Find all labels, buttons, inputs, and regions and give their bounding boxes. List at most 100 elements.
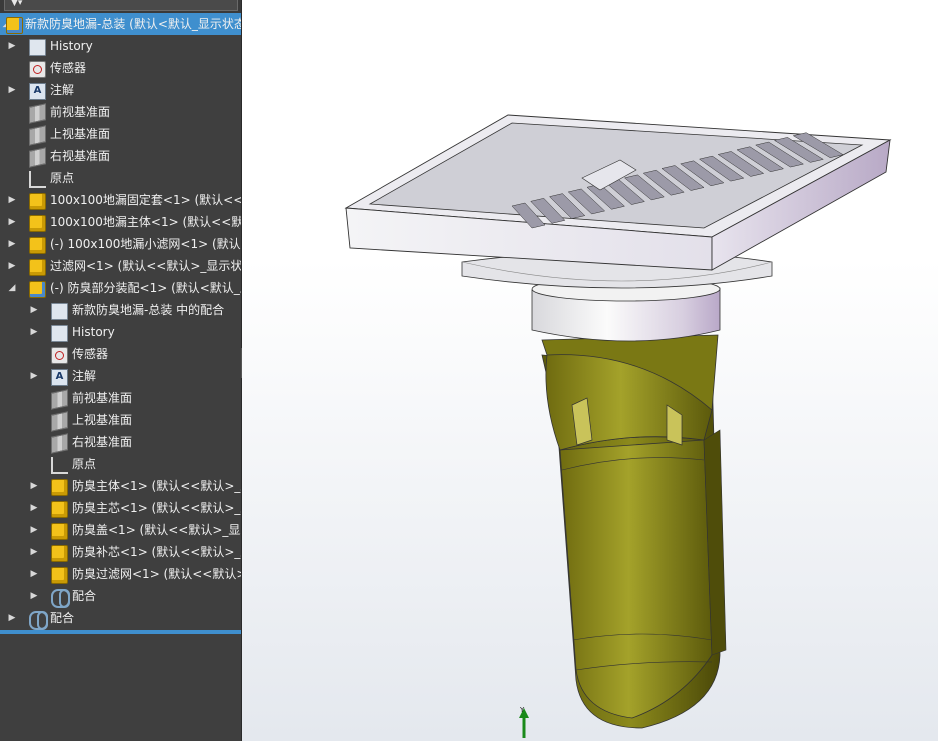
tree-item[interactable]: ▶ 100x100地漏固定套<1> (默认<<默 [0,189,241,211]
tree-item[interactable]: ▶ 过滤网<1> (默认<<默认>_显示状态 [0,255,241,277]
tree-item[interactable]: ▶ History [0,35,241,57]
collapse-arrow-icon[interactable]: ◢ [7,277,17,299]
tree-item[interactable]: ▶ 防臭盖<1> (默认<<默认>_显示 [0,519,241,541]
tree-item[interactable]: ▶ 100x100地漏主体<1> (默认<<默认 [0,211,241,233]
plane-icon [29,147,46,168]
tree-item[interactable]: 右视基准面 [0,145,241,168]
tree-item-label: 新款防臭地漏-总装 (默认<默认_显示状态 [25,17,242,31]
origin-icon [51,457,68,474]
tree-item-label: 新款防臭地漏-总装 中的配合 [72,303,225,317]
tree-item[interactable]: 上视基准面 [0,409,241,432]
tree-item-label: (-) 防臭部分装配<1> (默认<默认_显 [50,281,242,295]
tree-item[interactable]: 右视基准面 [0,431,241,454]
plane-icon [51,411,68,432]
part-icon [29,193,46,210]
tree-item-label: 过滤网<1> (默认<<默认>_显示状态 [50,259,242,273]
tree-item[interactable]: 前视基准面 [0,387,241,410]
tree-item[interactable]: 原点 [0,167,241,189]
tree-item-label: 防臭主体<1> (默认<<默认>_显 [72,479,242,493]
triad-y-label: Y [519,706,525,714]
history-folder-icon [51,325,68,342]
part-icon [29,259,46,276]
tree-item-label: 传感器 [72,347,109,361]
history-folder-icon [29,39,46,56]
mates-icon [51,589,70,608]
tree-item[interactable]: ▶ 防臭补芯<1> (默认<<默认>_显 [0,541,241,563]
tree-item-label: 100x100地漏主体<1> (默认<<默认 [50,215,242,229]
tree-item[interactable]: ▶ History [0,321,241,343]
tree-item[interactable]: ▶ A 注解 [0,79,241,101]
tree-item[interactable]: 上视基准面 [0,123,241,146]
expand-arrow-icon[interactable]: ▶ [29,519,39,541]
filter-button[interactable]: ▼▾ [4,0,238,11]
expand-arrow-icon[interactable]: ▶ [29,497,39,519]
expand-arrow-icon[interactable]: ▶ [29,321,39,343]
tree-item[interactable]: 传感器 [0,57,241,79]
tree-item-label: 右视基准面 [72,435,133,449]
sensor-icon [51,347,68,364]
part-icon [29,215,46,232]
subassembly-icon [29,281,46,298]
expand-arrow-icon[interactable]: ▶ [7,255,17,277]
tree-item[interactable]: ▶ 新款防臭地漏-总装 中的配合 [0,299,241,321]
part-icon [51,545,68,562]
tree-item-label: 上视基准面 [72,413,133,427]
expand-arrow-icon[interactable]: ▶ [7,79,17,101]
tree-item-label: 100x100地漏固定套<1> (默认<<默 [50,193,242,207]
plane-icon [51,389,68,410]
part-icon [51,479,68,496]
tree-item[interactable]: 前视基准面 [0,101,241,124]
tree-item[interactable]: 原点 [0,453,241,475]
assembly-root-icon [6,17,23,34]
expand-arrow-icon[interactable]: ▶ [29,585,39,607]
tree-item-label: 配合 [72,589,97,603]
plane-icon [29,103,46,124]
tree-item[interactable]: 传感器 [0,343,241,365]
tree-item[interactable]: ▶ 防臭主体<1> (默认<<默认>_显 [0,475,241,497]
tree-item-label: (-) 100x100地漏小滤网<1> (默认< [50,237,242,251]
tree-item-label: History [72,325,115,339]
expand-arrow-icon[interactable]: ▶ [29,475,39,497]
expand-arrow-icon[interactable]: ▶ [7,189,17,211]
tree-item[interactable]: ▶ 配合 [0,585,241,608]
tree-item[interactable]: ◢ (-) 防臭部分装配<1> (默认<默认_显 [0,277,241,299]
part-icon [51,501,68,518]
tree-item-label: 注解 [72,369,97,383]
tree-filter-bar: ▼▾ [0,0,241,13]
expand-arrow-icon[interactable]: ▶ [7,35,17,57]
tree-item-label: 防臭主芯<1> (默认<<默认>_显 [72,501,242,515]
tree-item[interactable]: ▶ (-) 100x100地漏小滤网<1> (默认< [0,233,241,255]
expand-arrow-icon[interactable]: ▶ [29,563,39,585]
annotation-icon: A [29,83,46,100]
tree-item-label: 原点 [72,457,97,471]
plane-icon [51,433,68,454]
tree-item-label: History [50,39,93,53]
plane-icon [29,125,46,146]
tree-rollback-bar[interactable] [0,630,241,634]
sensor-icon [29,61,46,78]
tree-item[interactable]: ▶ 配合 [0,607,241,630]
expand-arrow-icon[interactable]: ▶ [29,299,39,321]
tree-item-label: 右视基准面 [50,149,111,163]
origin-icon [29,171,46,188]
expand-arrow-icon[interactable]: ▶ [7,607,17,629]
tree-item[interactable]: ▶ 防臭过滤网<1> (默认<<默认> [0,563,241,585]
tree-item[interactable]: ▶ A 注解 [0,365,241,387]
part-icon [51,567,68,584]
mates-icon [29,611,48,630]
expand-arrow-icon[interactable]: ▶ [29,541,39,563]
floor-drain-model[interactable] [242,0,938,741]
expand-arrow-icon[interactable]: ▶ [7,211,17,233]
filter-funnel-icon: ▼▾ [11,0,23,8]
tree-item-label: 防臭盖<1> (默认<<默认>_显示 [72,523,242,537]
graphics-viewport[interactable]: Y [242,0,938,741]
tree-item[interactable]: ▶ 防臭主芯<1> (默认<<默认>_显 [0,497,241,519]
tree-item-label: 传感器 [50,61,87,75]
expand-arrow-icon[interactable]: ▶ [7,233,17,255]
mates-folder-icon [51,303,68,320]
tree-item-label: 配合 [50,611,75,625]
tree-item-label: 防臭补芯<1> (默认<<默认>_显 [72,545,242,559]
tree-item[interactable]: ◢新款防臭地漏-总装 (默认<默认_显示状态 [0,13,241,35]
tree-item-label: 原点 [50,171,75,185]
expand-arrow-icon[interactable]: ▶ [29,365,39,387]
